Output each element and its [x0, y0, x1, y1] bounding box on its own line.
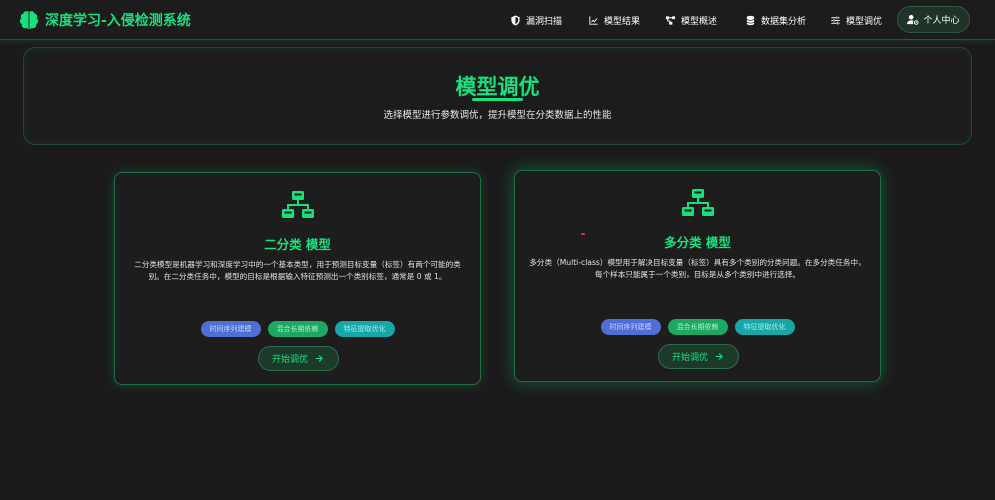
card-description: 多分类（Multi-class）模型用于解决目标变量（标签）具有多个类别的分类问…: [529, 258, 866, 279]
nav-item-model-overview[interactable]: 模型概述: [665, 12, 717, 28]
top-navbar: 深度学习-入侵检测系统 漏洞扫描 模型结果 模型概述 数据集分析 模型调优 个人…: [0, 0, 995, 40]
title-underline: [472, 98, 523, 101]
network-icon: [281, 191, 314, 218]
brain-icon: [19, 11, 39, 30]
database-icon: [746, 15, 755, 25]
nav-label: 漏洞扫描: [526, 16, 563, 27]
nav-item-model-results[interactable]: 模型结果: [588, 12, 640, 28]
page-header: 模型调优 选择模型进行参数调优，提升模型在分类数据上的性能: [23, 47, 972, 145]
nav-item-model-tuning[interactable]: 模型调优: [830, 12, 882, 28]
tag-badge: 混合长期依赖: [267, 321, 328, 337]
nav-label: 模型调优: [846, 16, 883, 27]
tag-list: 时间序列建模 混合长期依赖 特征提取优化: [115, 321, 480, 337]
nav-label: 数据集分析: [761, 16, 807, 27]
nav-label: 模型概述: [681, 16, 718, 27]
page-title: 模型调优: [455, 75, 540, 99]
brand-title: 深度学习-入侵检测系统: [45, 13, 191, 29]
tag-badge: 特征提取优化: [334, 321, 395, 337]
network-icon: [681, 189, 714, 216]
arrow-right-icon: [715, 353, 723, 360]
nav-label: 模型结果: [604, 16, 641, 27]
sliders-icon: [831, 15, 840, 25]
user-center-button[interactable]: 个人中心: [897, 6, 970, 33]
page-subtitle: 选择模型进行参数调优，提升模型在分类数据上的性能: [383, 110, 612, 121]
cursor-mark: [581, 233, 585, 235]
user-center-label: 个人中心: [923, 16, 960, 26]
chart-line-icon: [589, 15, 598, 25]
arrow-right-icon: [315, 355, 323, 362]
card-description: 二分类模型是机器学习和深度学习中的一个基本类型，用于预测目标变量（标签）有两个可…: [134, 260, 461, 281]
brand[interactable]: 深度学习-入侵检测系统: [18, 8, 191, 32]
multiclass-model-card: 多分类 模型 多分类（Multi-class）模型用于解决目标变量（标签）具有多…: [514, 170, 881, 382]
tag-badge: 混合长期依赖: [667, 319, 728, 335]
button-label: 开始调优: [671, 353, 708, 363]
card-title: 二分类 模型: [264, 237, 331, 252]
binary-model-card: 二分类 模型 二分类模型是机器学习和深度学习中的一个基本类型，用于预测目标变量（…: [114, 172, 481, 385]
nav-item-dataset-analysis[interactable]: 数据集分析: [745, 12, 806, 28]
card-title: 多分类 模型: [664, 235, 731, 250]
start-tuning-button[interactable]: 开始调优: [257, 346, 339, 371]
tag-badge: 时间序列建模: [200, 321, 261, 337]
tag-badge: 时间序列建模: [600, 319, 661, 335]
tag-list: 时间序列建模 混合长期依赖 特征提取优化: [515, 319, 880, 335]
button-label: 开始调优: [271, 355, 308, 365]
shield-icon: [511, 14, 520, 26]
nav-item-vuln-scan[interactable]: 漏洞扫描: [510, 12, 562, 28]
user-gear-icon: [907, 14, 919, 25]
start-tuning-button[interactable]: 开始调优: [657, 344, 739, 369]
project-diagram-icon: [665, 15, 676, 25]
tag-badge: 特征提取优化: [734, 319, 795, 335]
